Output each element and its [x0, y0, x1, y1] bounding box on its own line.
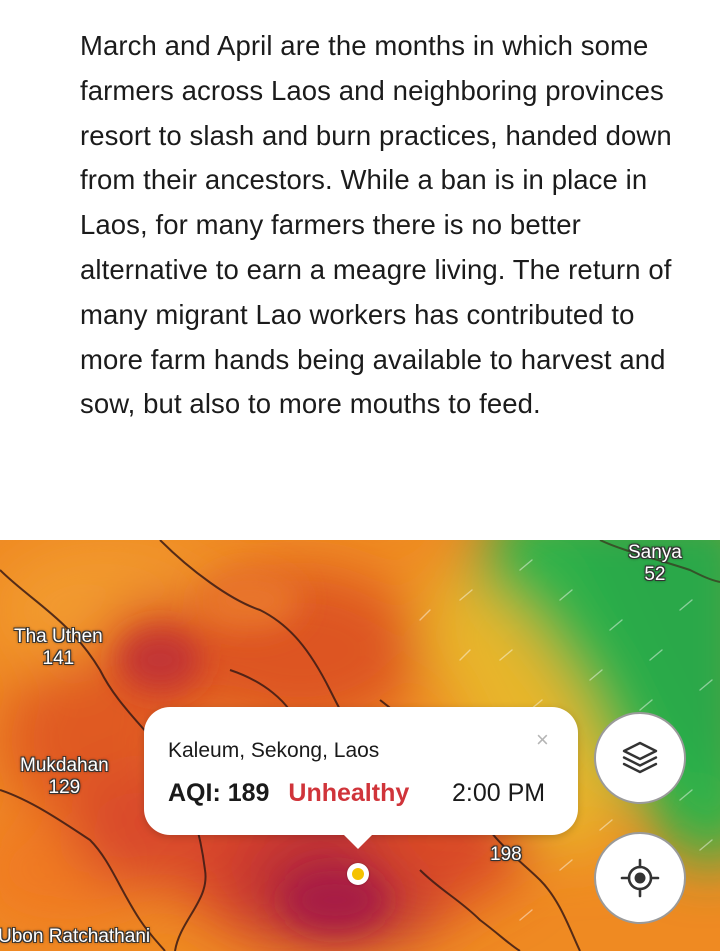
locate-button[interactable]	[594, 832, 686, 924]
city-label-mukdahan[interactable]: Mukdahan 129	[20, 755, 109, 799]
city-aqi: 141	[42, 648, 75, 669]
aqi-value: 189	[227, 779, 270, 807]
article-text: March and April are the months in which …	[80, 24, 680, 427]
city-aqi: 52	[644, 564, 666, 585]
station-aqi-label[interactable]: 198	[490, 844, 522, 866]
location-marker[interactable]	[347, 863, 369, 885]
aqi-time: 2:00 PM	[452, 779, 546, 807]
popup-location: Kaleum, Sekong, Laos	[168, 739, 380, 762]
layers-icon	[622, 741, 658, 774]
city-aqi: 129	[48, 777, 81, 798]
city-name: Ubon Ratchathani	[0, 926, 151, 947]
aqi-label: AQI:	[168, 779, 221, 807]
popup-aqi-row: AQI: 189 Unhealthy 2:00 PM	[168, 779, 545, 808]
aqi-status: Unhealthy	[288, 779, 410, 807]
close-icon[interactable]: ×	[536, 729, 549, 751]
city-label-sanya[interactable]: Sanya 52	[628, 542, 682, 586]
aqi-map[interactable]: Sanya 52 Tha Uthen 141 Mukdahan 129 Ubon…	[0, 540, 720, 951]
crosshair-icon	[620, 858, 660, 898]
city-name: Sanya	[628, 542, 682, 563]
city-label-ubon-ratchathani[interactable]: Ubon Ratchathani	[0, 926, 150, 948]
layers-button[interactable]	[594, 712, 686, 804]
city-name: Tha Uthen	[14, 626, 103, 647]
station-aqi-value: 198	[490, 844, 522, 865]
article-paragraph: March and April are the months in which …	[80, 30, 672, 420]
city-name: Mukdahan	[20, 755, 109, 776]
aqi-popup: Kaleum, Sekong, Laos × AQI: 189 Unhealth…	[144, 707, 578, 849]
city-label-tha-uthen[interactable]: Tha Uthen 141	[14, 626, 103, 670]
